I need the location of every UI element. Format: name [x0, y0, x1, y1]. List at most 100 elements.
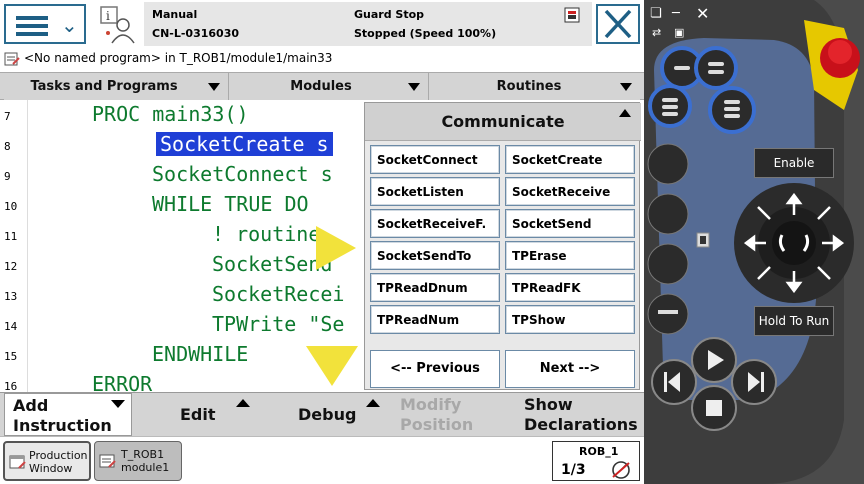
abb-menu-button[interactable]: ⌄ [4, 4, 86, 44]
tab-routines[interactable]: Routines [429, 73, 640, 100]
tab-label: Routines [496, 79, 562, 94]
next-button[interactable]: Next --> [505, 350, 635, 388]
code-line[interactable]: PROC main33() [92, 102, 249, 126]
instruction-category: Communicate [441, 112, 565, 131]
line-number: 12 [4, 260, 18, 273]
taskbar: Production Window T_ROB1 module1 ROB_1 1… [0, 436, 644, 484]
scroll-right-arrow-icon[interactable] [316, 226, 356, 270]
debug-button[interactable]: Debug [268, 393, 388, 436]
instruction-button[interactable]: SocketReceive [505, 177, 635, 206]
dropdown-arrow-icon [408, 83, 420, 91]
code-line[interactable]: SocketSend [212, 252, 332, 276]
instruction-label: TPReadNum [377, 313, 460, 327]
select-mechanical-unit-icon[interactable] [650, 150, 686, 178]
instruction-button[interactable]: TPShow [505, 305, 635, 334]
menu-arrow-icon [111, 400, 125, 408]
code-line[interactable]: ! routine [212, 222, 320, 246]
production-window-icon [9, 455, 26, 469]
instruction-label: TPReadFK [512, 281, 581, 295]
program-editor-icon [4, 52, 20, 66]
usb-port-icon [696, 232, 710, 248]
instruction-button[interactable]: SocketReceiveF. [370, 209, 500, 238]
safety-state: Guard Stop [354, 8, 425, 21]
toggle-increment-icon[interactable] [650, 250, 686, 278]
pendant-hardware: ❏ ─ ✕ ⇄ ▣ Enable Hold To Run [644, 0, 864, 484]
instruction-button[interactable]: TPReadNum [370, 305, 500, 334]
instruction-label: SocketSend [512, 217, 592, 231]
code-line[interactable]: SocketConnect s [152, 162, 333, 186]
taskbar-program-editor[interactable]: T_ROB1 module1 [94, 441, 182, 481]
instruction-button[interactable]: TPReadDnum [370, 273, 500, 302]
line-number: 7 [4, 110, 11, 123]
taskbar-label: T_ROB1 module1 [121, 448, 170, 474]
menu-arrow-icon [236, 399, 250, 407]
programmable-keys [648, 46, 756, 134]
close-icon [604, 9, 632, 39]
event-log-icon[interactable]: i [95, 5, 139, 45]
line-number-gutter: 7 8 9 10 11 12 13 14 15 16 [0, 100, 28, 392]
tab-modules[interactable]: Modules [229, 73, 429, 100]
svg-text:i: i [106, 9, 110, 23]
operating-mode: Manual [152, 8, 198, 21]
instruction-button[interactable]: SocketConnect [370, 145, 500, 174]
code-line[interactable]: ENDWHILE [152, 342, 248, 366]
enable-button[interactable]: Enable [754, 148, 834, 178]
instruction-label: SocketSendTo [377, 249, 472, 263]
dropdown-arrow-icon [620, 83, 632, 91]
tab-tasks-and-programs[interactable]: Tasks and Programs [4, 73, 229, 100]
top-bar: ⌄ i Manual CN-L-0316030 Guard Stop Stopp… [0, 0, 644, 48]
instruction-picker: Communicate SocketConnect SocketCreate S… [364, 102, 641, 390]
minimize-window-icon[interactable]: ─ [672, 6, 680, 21]
camera-icon[interactable]: ▣ [674, 26, 684, 39]
modify-position-label: Modify Position [400, 395, 474, 434]
line-number: 11 [4, 230, 18, 243]
scroll-down-arrow-icon[interactable] [306, 346, 358, 386]
line-number: 10 [4, 200, 18, 213]
instruction-button[interactable]: SocketCreate [505, 145, 635, 174]
step-backward-icon[interactable] [652, 360, 696, 404]
stop-icon[interactable] [692, 386, 736, 430]
previous-button[interactable]: <-- Previous [370, 350, 500, 388]
restore-window-icon[interactable]: ❏ [650, 6, 662, 21]
code-line[interactable]: TPWrite "Se [212, 312, 344, 336]
instruction-label: SocketListen [377, 185, 464, 199]
close-window-icon[interactable]: ✕ [696, 4, 709, 23]
modify-position-button[interactable]: Modify Position [392, 393, 512, 436]
controller-name: CN-L-0316030 [152, 27, 239, 40]
pendant-screen: ⌄ i Manual CN-L-0316030 Guard Stop Stopp… [0, 0, 644, 484]
quickset-button[interactable]: ROB_1 1/3 [552, 441, 640, 481]
code-line-selected[interactable]: SocketCreate s [156, 132, 333, 156]
increment-key-icon[interactable] [650, 300, 686, 328]
joystick[interactable] [744, 193, 844, 293]
line-number: 16 [4, 380, 18, 392]
program-path-bar: <No named program> in T_ROB1/module1/mai… [0, 48, 644, 70]
collapse-arrow-icon[interactable] [619, 109, 631, 117]
code-line[interactable]: ERROR [92, 372, 152, 392]
step-forward-icon[interactable] [732, 360, 776, 404]
add-instruction-button[interactable]: Add Instruction [4, 393, 132, 436]
line-number: 15 [4, 350, 18, 363]
toggle-motion-mode-icon[interactable] [650, 200, 686, 228]
instruction-button[interactable]: SocketListen [370, 177, 500, 206]
code-line[interactable]: SocketRecei [212, 282, 344, 306]
add-instruction-label: Add Instruction [13, 396, 112, 435]
debug-label: Debug [298, 405, 357, 424]
instruction-button[interactable]: TPErase [505, 241, 635, 270]
close-button[interactable] [596, 4, 640, 44]
enable-label: Enable [773, 156, 815, 170]
code-line[interactable]: WHILE TRUE DO [152, 192, 309, 216]
edit-button[interactable]: Edit [140, 393, 260, 436]
start-icon[interactable] [692, 338, 736, 382]
previous-label: <-- Previous [390, 361, 480, 376]
instruction-button[interactable]: SocketSend [505, 209, 635, 238]
menu-arrow-icon [366, 399, 380, 407]
rotate-icon[interactable]: ⇄ [652, 26, 661, 39]
show-declarations-button[interactable]: Show Declarations [518, 393, 642, 436]
instruction-category-header[interactable]: Communicate [365, 103, 641, 141]
taskbar-production-window[interactable]: Production Window [3, 441, 91, 481]
instruction-button[interactable]: SocketSendTo [370, 241, 500, 270]
instruction-label: TPShow [512, 313, 566, 327]
stop-status-icon [564, 7, 580, 23]
status-panel[interactable]: Manual CN-L-0316030 Guard Stop Stopped (… [144, 2, 592, 46]
instruction-button[interactable]: TPReadFK [505, 273, 635, 302]
